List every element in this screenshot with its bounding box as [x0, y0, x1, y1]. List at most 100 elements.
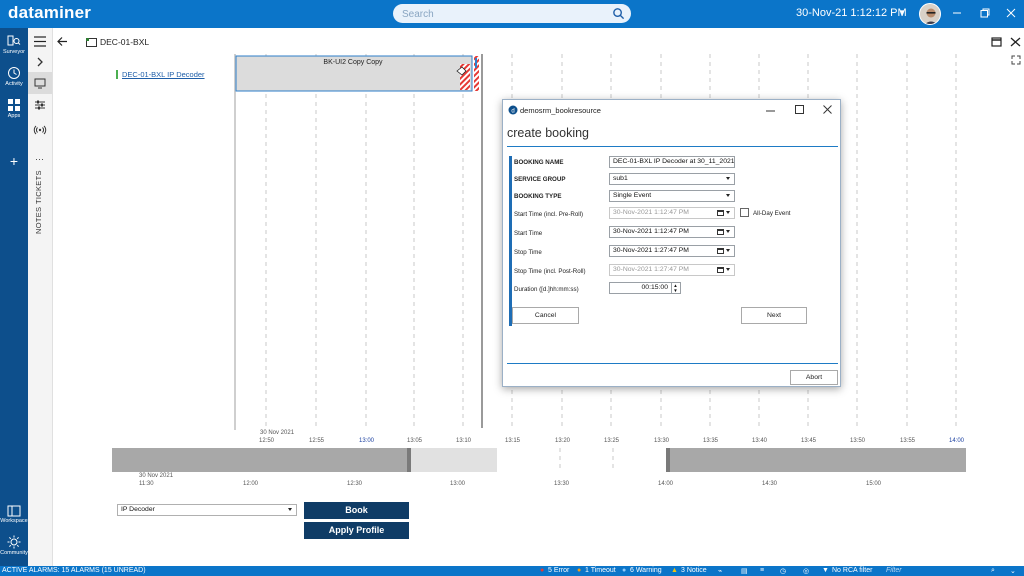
more-icon[interactable]: ···	[35, 154, 44, 164]
cancel-button[interactable]: Cancel	[512, 307, 579, 324]
all-day-checkbox[interactable]	[740, 208, 749, 217]
detach-icon[interactable]	[991, 37, 1002, 47]
dropdown-arrow-icon	[288, 508, 292, 511]
warning-count[interactable]: 6 Warning	[630, 567, 662, 574]
chevron-right-icon[interactable]	[33, 55, 47, 69]
tick-label: 11:30	[139, 481, 154, 487]
all-day-label: All-Day Event	[753, 210, 791, 217]
search-icon[interactable]	[612, 7, 625, 20]
profile-select[interactable]: IP Decoder	[117, 504, 297, 516]
profile-select-value: IP Decoder	[121, 506, 155, 513]
sidebar-item-workspace[interactable]: Workspace	[0, 505, 28, 524]
tick-label: 14:00	[658, 481, 674, 487]
community-icon	[7, 535, 21, 549]
tick-label: 13:20	[555, 438, 571, 444]
duration-value: 00:15:00	[641, 284, 668, 291]
start-label: Start Time	[514, 230, 543, 237]
minimize-icon[interactable]	[950, 6, 964, 20]
surveyor-icon	[7, 35, 21, 46]
rca-filter-text[interactable]: No RCA filter	[832, 567, 872, 574]
restore-icon[interactable]	[978, 6, 992, 20]
close-card-icon[interactable]	[1010, 37, 1021, 47]
calendar-icon[interactable]	[717, 229, 724, 235]
tab-tickets[interactable]: TICKETS	[34, 170, 43, 204]
rca-icon[interactable]: ◎	[803, 567, 809, 575]
resource-link[interactable]: DEC-01-BXL IP Decoder	[116, 70, 205, 79]
top-bar: dataminer 30-Nov-21 1:12:12 PM ▾	[0, 0, 1024, 28]
sidebar-item-label: Apps	[7, 113, 21, 119]
tick-label: 13:30	[654, 438, 670, 444]
sort-icon[interactable]: ≡	[760, 567, 764, 574]
active-alarms-text[interactable]: ACTIVE ALARMS: 15 ALARMS (15 UNREAD)	[2, 567, 146, 574]
tab-notes[interactable]: NOTES	[34, 207, 43, 234]
booking-type-select[interactable]: Single Event	[609, 190, 735, 202]
error-count[interactable]: 5 Error	[548, 567, 569, 574]
list-icon[interactable]: ▤	[741, 567, 748, 575]
lower-date: 30 Nov 2021	[139, 473, 174, 479]
tick-label: 13:45	[801, 438, 817, 444]
tick-label: 12:55	[309, 438, 325, 444]
booking-name-field[interactable]: DEC-01-BXL IP Decoder at 30_11_2021	[609, 156, 735, 168]
notice-count[interactable]: 3 Notice	[681, 567, 707, 574]
app-icon: d	[508, 105, 518, 115]
workspace-icon	[7, 505, 21, 517]
hamburger-icon[interactable]	[33, 36, 47, 47]
tick-label: 13:50	[850, 438, 866, 444]
svg-text:d: d	[511, 108, 514, 114]
chart-icon[interactable]: ⌁	[718, 567, 722, 575]
tick-label: 13:25	[604, 438, 620, 444]
search-box[interactable]	[393, 4, 631, 24]
duration-field[interactable]: 00:15:00 ▲ ▼	[609, 282, 681, 294]
book-button[interactable]: Book	[304, 502, 409, 519]
sidebar-item-activity[interactable]: Activity	[0, 66, 28, 87]
stop-field[interactable]: 30-Nov-2021 1:27:47 PM	[609, 245, 735, 257]
sliders-icon[interactable]	[33, 98, 47, 112]
sidebar-item-surveyor[interactable]: Surveyor	[0, 34, 28, 55]
start-field[interactable]: 30-Nov-2021 1:12:47 PM	[609, 226, 735, 238]
broadcast-icon[interactable]	[33, 123, 47, 137]
filter-icon[interactable]: ▼	[822, 567, 829, 574]
search-icon[interactable]: ⌕	[991, 567, 995, 575]
service-group-value: sub1	[613, 175, 628, 182]
minimize-icon[interactable]	[766, 108, 775, 114]
sidebar-item-label: Activity	[5, 81, 23, 87]
card-header: DEC-01-BXL	[34, 28, 1024, 65]
time-icon[interactable]: ◷	[780, 567, 786, 575]
sidebar-item-label: Surveyor	[2, 49, 25, 55]
next-button[interactable]: Next	[741, 307, 807, 324]
close-icon[interactable]	[1004, 6, 1018, 20]
search-input[interactable]	[393, 5, 593, 24]
tick-label: 13:30	[554, 481, 570, 487]
start-value: 30-Nov-2021 1:12:47 PM	[613, 228, 689, 235]
stop-value: 30-Nov-2021 1:27:47 PM	[613, 247, 689, 254]
service-group-select[interactable]: sub1	[609, 173, 735, 185]
fullscreen-icon[interactable]	[1011, 55, 1021, 65]
calendar-icon[interactable]	[717, 248, 724, 254]
timeout-count[interactable]: 1 Timeout	[585, 567, 616, 574]
duration-stepper[interactable]: ▲ ▼	[671, 283, 679, 293]
sidebar-item-community[interactable]: Community	[0, 535, 28, 556]
close-icon[interactable]	[823, 105, 832, 114]
back-icon[interactable]	[56, 36, 68, 47]
status-bar: ACTIVE ALARMS: 15 ALARMS (15 UNREAD) ● 5…	[0, 566, 1024, 576]
abort-button[interactable]: Abort	[790, 370, 838, 385]
booking-block-label[interactable]: BK-UI2 Copy Copy	[236, 59, 470, 66]
chevron-down-icon[interactable]: ▾	[900, 7, 905, 18]
add-icon[interactable]: +	[0, 153, 28, 169]
tick-label: 13:05	[407, 438, 423, 444]
dropdown-arrow-icon	[726, 230, 730, 233]
stop-post-field: 30-Nov-2021 1:27:47 PM	[609, 264, 735, 276]
tick-label: 13:15	[505, 438, 521, 444]
maximize-icon[interactable]	[795, 105, 804, 114]
filter-input[interactable]: Filter	[886, 567, 902, 574]
dropdown-arrow-icon	[726, 211, 730, 214]
tick-label: 12:00	[243, 481, 259, 487]
dropdown-arrow-icon	[726, 268, 730, 271]
apply-profile-button[interactable]: Apply Profile	[304, 522, 409, 539]
sidebar-item-apps[interactable]: Apps	[0, 98, 28, 119]
monitor-icon[interactable]	[33, 76, 47, 90]
avatar[interactable]	[919, 3, 941, 25]
apps-icon	[8, 99, 20, 111]
chevron-down-icon[interactable]: ⌄	[1010, 567, 1016, 575]
tick-label: 13:35	[703, 438, 719, 444]
